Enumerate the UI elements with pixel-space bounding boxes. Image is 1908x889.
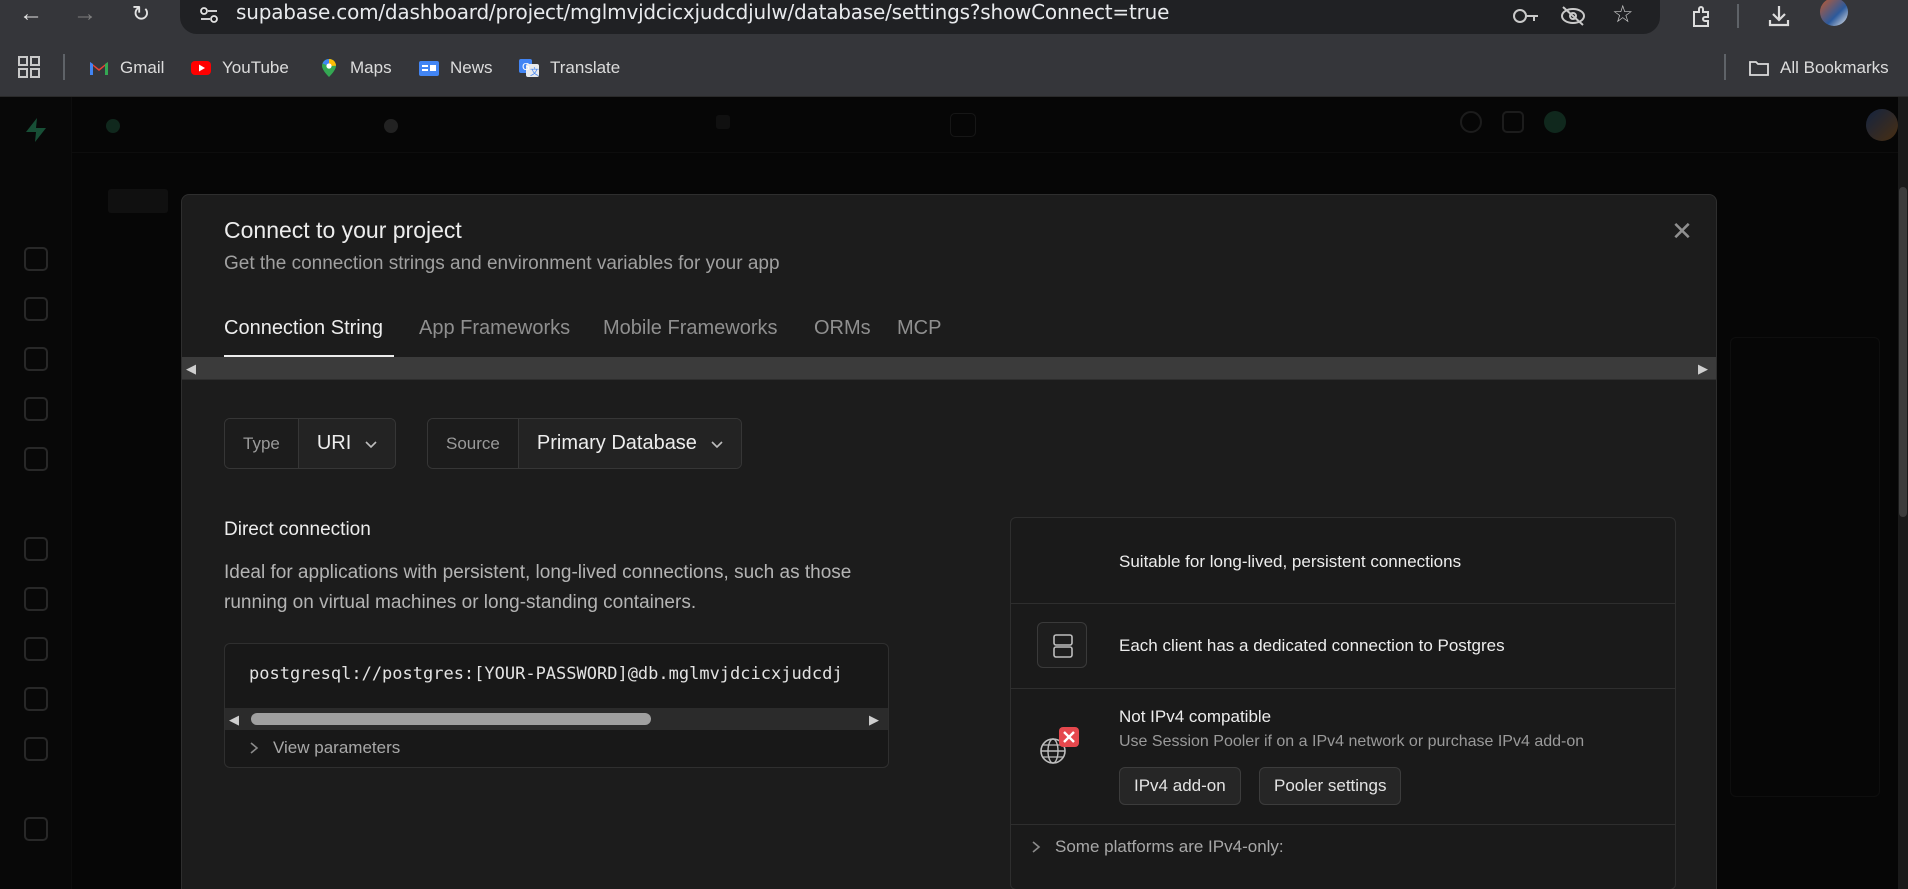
- ipv4-addon-button[interactable]: IPv4 add-on: [1119, 767, 1241, 805]
- connect-modal: Connect to your project Get the connecti…: [181, 194, 1717, 889]
- tab-mcp[interactable]: MCP: [897, 317, 941, 340]
- connection-string-box: postgresql://postgres:[YOUR-PASSWORD]@db…: [224, 643, 889, 768]
- connection-string-code[interactable]: postgresql://postgres:[YOUR-PASSWORD]@db…: [249, 664, 843, 684]
- close-icon[interactable]: ✕: [1666, 215, 1698, 247]
- page-scrollbar-thumb[interactable]: [1899, 187, 1907, 517]
- youtube-icon: [191, 61, 211, 75]
- info-row-dedicated: Each client has a dedicated connection t…: [1011, 604, 1675, 689]
- all-bookmarks-button[interactable]: All Bookmarks: [1748, 54, 1889, 82]
- tab-orms[interactable]: ORMs: [814, 317, 871, 340]
- ipv4-subtitle: Use Session Pooler if on a IPv4 network …: [1119, 733, 1585, 750]
- url-text[interactable]: supabase.com/dashboard/project/mglmvjdci…: [236, 0, 1169, 24]
- folder-icon: [1749, 61, 1769, 76]
- scroll-right-icon[interactable]: ▶: [1698, 361, 1708, 377]
- info-row-ipv4: Not IPv4 compatible Use Session Pooler i…: [1011, 689, 1675, 825]
- tab-app-frameworks[interactable]: App Frameworks: [419, 317, 570, 340]
- svg-text:G: G: [522, 62, 530, 73]
- chevron-down-icon: [711, 440, 723, 448]
- extensions-icon[interactable]: [1690, 4, 1714, 28]
- chevron-right-icon: [1032, 841, 1041, 853]
- maps-icon: [322, 59, 336, 77]
- database-server-icon: [1037, 622, 1087, 668]
- tab-connection-string[interactable]: Connection String: [224, 317, 383, 340]
- page-scrollbar[interactable]: [1898, 97, 1908, 889]
- chevron-right-icon: [250, 742, 259, 754]
- connection-info-panel: Suitable for long-lived, persistent conn…: [1010, 517, 1676, 889]
- scroll-right-icon[interactable]: ▶: [869, 712, 879, 728]
- back-arrow-icon[interactable]: ←: [16, 2, 46, 32]
- bookmarks-divider: [63, 54, 65, 80]
- bookmark-gmail[interactable]: Gmail: [88, 54, 164, 82]
- svg-text:文: 文: [530, 66, 539, 78]
- pooler-settings-button[interactable]: Pooler settings: [1259, 767, 1402, 805]
- gmail-icon: [90, 62, 108, 75]
- info-row-platforms[interactable]: Some platforms are IPv4-only:: [1011, 825, 1675, 889]
- scroll-left-icon[interactable]: ◀: [229, 712, 239, 728]
- bookmark-maps[interactable]: Maps: [318, 54, 392, 82]
- type-label: Type: [225, 419, 299, 468]
- profile-avatar[interactable]: [1820, 0, 1848, 26]
- reload-icon[interactable]: ↻: [126, 2, 156, 32]
- key-icon[interactable]: [1512, 6, 1540, 26]
- source-select[interactable]: Source Primary Database: [427, 418, 742, 469]
- platforms-toggle[interactable]: Some platforms are IPv4-only:: [1031, 837, 1284, 857]
- tabs-divider: [182, 379, 1716, 380]
- modal-title: Connect to your project: [224, 217, 462, 243]
- source-value[interactable]: Primary Database: [518, 419, 741, 468]
- news-icon: [419, 61, 439, 76]
- download-icon[interactable]: [1766, 3, 1792, 29]
- scroll-left-icon[interactable]: ◀: [186, 361, 196, 377]
- view-parameters-toggle[interactable]: View parameters: [249, 738, 400, 758]
- tabs-scrollbar[interactable]: ◀ ▶: [182, 357, 1716, 379]
- address-bar[interactable]: supabase.com/dashboard/project/mglmvjdci…: [180, 0, 1660, 34]
- ipv4-title: Not IPv4 compatible: [1119, 707, 1272, 726]
- type-select[interactable]: Type URI: [224, 418, 397, 469]
- apps-grid-icon[interactable]: [18, 56, 40, 78]
- globe-error-icon: [1040, 727, 1079, 764]
- modal-subtitle: Get the connection strings and environme…: [224, 253, 780, 274]
- browser-toolbar: ← → ↻ supabase.com/dashboard/project/mgl…: [0, 0, 1908, 40]
- connection-string-scrollbar[interactable]: ◀ ▶: [225, 708, 888, 730]
- bookmark-news[interactable]: News: [418, 54, 493, 82]
- bookmarks-bar: Gmail YouTube Maps News G 文 Translate Al…: [0, 40, 1908, 97]
- bookmarks-divider-right: [1724, 54, 1726, 80]
- bookmark-translate[interactable]: G 文 Translate: [518, 54, 620, 82]
- direct-connection-title: Direct connection: [224, 519, 371, 540]
- forward-arrow-icon[interactable]: →: [70, 2, 100, 32]
- direct-connection-description: Ideal for applications with persistent, …: [224, 562, 852, 613]
- toolbar-divider: [1737, 4, 1739, 28]
- eye-off-icon[interactable]: [1560, 5, 1586, 27]
- info-row-persistent: Suitable for long-lived, persistent conn…: [1011, 518, 1675, 604]
- source-label: Source: [428, 419, 519, 468]
- bookmark-star-icon[interactable]: ☆: [1612, 0, 1634, 29]
- translate-icon: G 文: [519, 59, 539, 78]
- tab-mobile-frameworks[interactable]: Mobile Frameworks: [603, 317, 777, 340]
- type-value[interactable]: URI: [298, 419, 396, 468]
- scrollbar-thumb[interactable]: [251, 713, 651, 725]
- site-settings-icon[interactable]: [198, 4, 220, 26]
- chevron-down-icon: [365, 440, 377, 448]
- bookmark-youtube[interactable]: YouTube: [190, 54, 289, 82]
